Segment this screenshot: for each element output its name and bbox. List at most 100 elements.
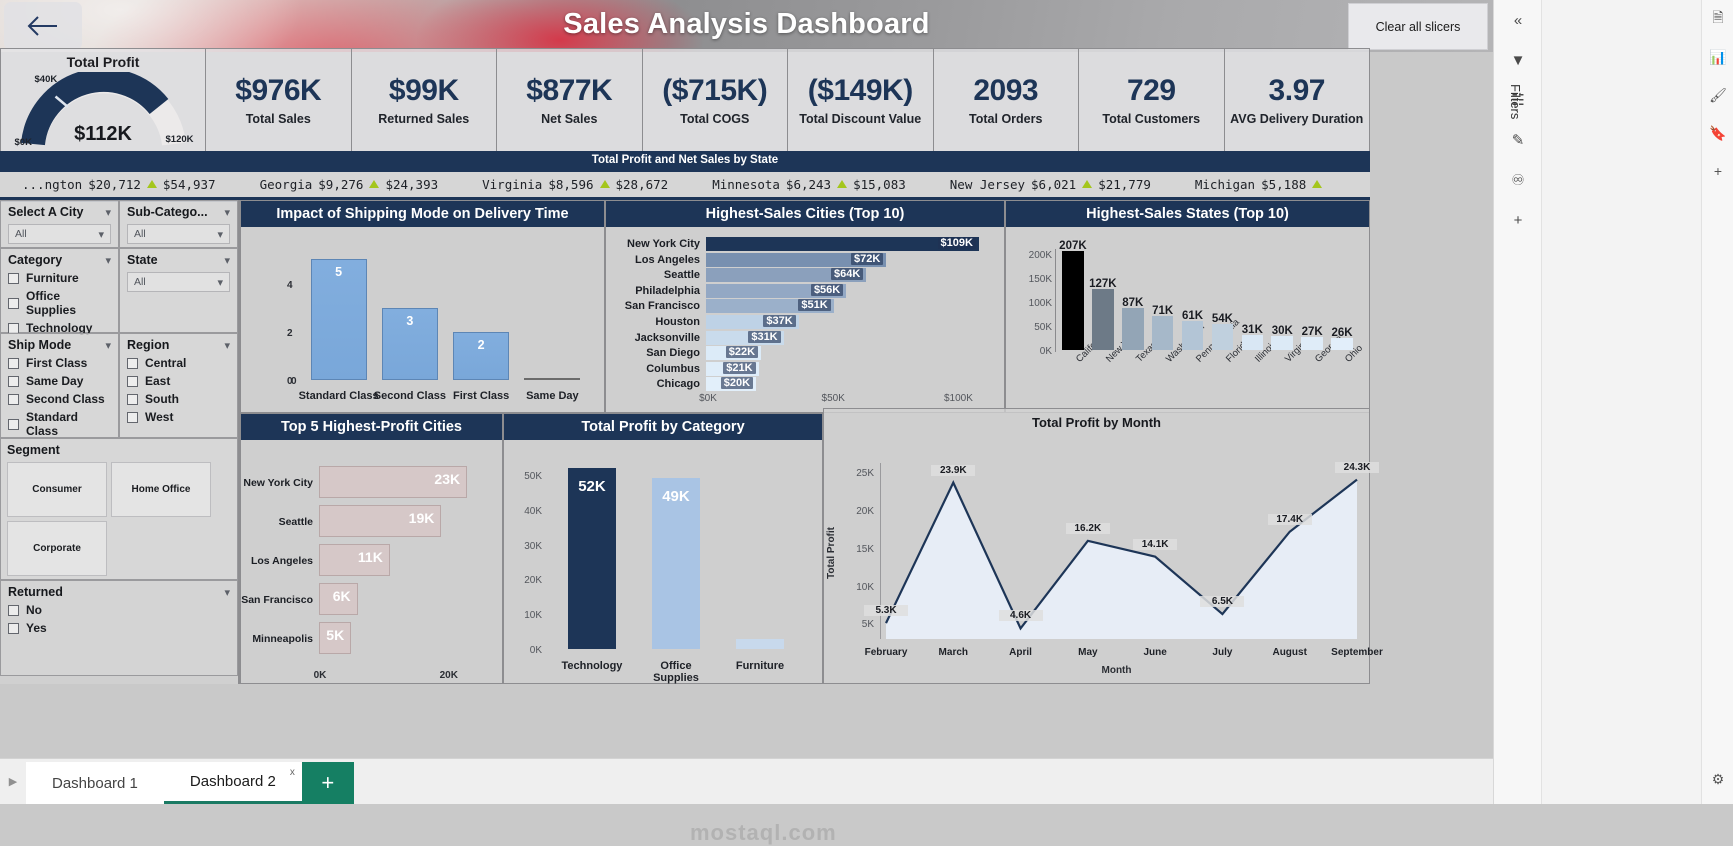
bar-los-angeles[interactable]: $72K	[706, 252, 887, 267]
bar-value-label: 127K	[1089, 278, 1117, 291]
filter-icon[interactable]: ▼	[1494, 40, 1542, 80]
slicer-region[interactable]: Region ▾ Central East South West	[119, 333, 238, 438]
add-page-button[interactable]: +	[301, 762, 354, 804]
checkbox-returned-no[interactable]: No	[8, 603, 230, 617]
checkbox-same-day[interactable]: Same Day	[8, 374, 111, 388]
copy-icon[interactable]: 🗎	[1702, 0, 1733, 38]
bar-columbus[interactable]: $21K	[706, 361, 759, 376]
chart-shipping-mode-delivery-time[interactable]: Impact of Shipping Mode on Delivery Time…	[240, 200, 605, 413]
checkbox-west[interactable]: West	[127, 410, 230, 424]
bar-houston[interactable]: $37K	[706, 315, 799, 329]
bar-philadelphia[interactable]: $56K	[706, 283, 847, 298]
bar-ohio[interactable]	[1331, 337, 1353, 350]
chevron-down-icon[interactable]: ▾	[105, 254, 111, 267]
checkbox-furniture[interactable]: Furniture	[8, 271, 111, 285]
bar-pennsylvania[interactable]	[1181, 320, 1204, 350]
slicer-ship-mode[interactable]: Ship Mode ▾ First Class Same Day Second …	[0, 333, 119, 438]
chart-highest-sales-states[interactable]: Highest-Sales States (Top 10) 0K 50K 100K 1…	[1005, 200, 1370, 413]
segment-button-consumer[interactable]: Consumer	[7, 462, 107, 517]
watermark: mostaql.com	[690, 820, 837, 845]
checkbox-standard-class[interactable]: Standard Class	[8, 410, 111, 438]
checkbox-central[interactable]: Central	[127, 356, 230, 370]
chevron-down-icon[interactable]: ▾	[224, 339, 230, 352]
bar-seattle[interactable]: 19K	[319, 505, 442, 537]
state-profit-ticker[interactable]: ...ngton $20,712 $54,937 Georgia $9,276 $24,3…	[0, 169, 1370, 202]
plus-icon[interactable]: +	[1702, 152, 1733, 190]
kpi-card-returned-sales[interactable]: $99K Returned Sales	[351, 48, 497, 153]
segment-button-home-office[interactable]: Home Office	[111, 462, 211, 517]
bar-chicago[interactable]: $20K	[706, 377, 757, 392]
bar-san-francisco[interactable]: 6K	[319, 583, 358, 615]
sub-category-dropdown[interactable]: All ▾	[127, 224, 230, 244]
chart-top-5-highest-profit-cities[interactable]: Top 5 Highest-Profit Cities New York Cit…	[240, 413, 503, 684]
slicer-row-3: Ship Mode ▾ First Class Same Day Second …	[0, 333, 238, 438]
bar-furniture[interactable]	[735, 638, 785, 649]
chart-highest-sales-cities[interactable]: Highest-Sales Cities (Top 10) New York C…	[605, 200, 1005, 413]
segment-button-corporate[interactable]: Corporate	[7, 521, 107, 576]
bar-georgia[interactable]	[1301, 337, 1323, 350]
checkbox-south[interactable]: South	[127, 392, 230, 406]
checkbox-first-class[interactable]: First Class	[8, 356, 111, 370]
bar-same-day[interactable]	[524, 378, 581, 380]
bar-washington[interactable]	[1151, 316, 1174, 350]
kpi-card-total-sales[interactable]: $976K Total Sales	[206, 48, 352, 153]
chevron-down-icon[interactable]: ▾	[105, 206, 111, 219]
tab-dashboard-1[interactable]: Dashboard 1	[26, 762, 164, 804]
kpi-card-total-cogs[interactable]: ($715K) Total COGS	[642, 48, 788, 153]
bar-illinois[interactable]	[1241, 335, 1264, 350]
bar-texas[interactable]	[1121, 308, 1144, 350]
bar-value-label: $51K	[798, 299, 831, 312]
bookmark-icon[interactable]: ♾	[1494, 160, 1542, 200]
slicer-returned[interactable]: Returned ▾ No Yes	[0, 580, 238, 676]
checkbox-office-supplies[interactable]: Office Supplies	[8, 289, 111, 317]
chart-icon[interactable]: 📊	[1702, 38, 1733, 76]
slicer-state[interactable]: State ▾ All ▾	[119, 248, 238, 333]
slicer-segment[interactable]: Segment Consumer Home Office Corporate	[0, 438, 238, 580]
bar-minneapolis[interactable]: 5K	[319, 622, 352, 654]
kpi-card-total-orders[interactable]: 2093 Total Orders	[933, 48, 1079, 153]
tab-dashboard-2[interactable]: Dashboard 2 x	[163, 762, 302, 804]
bar-technology[interactable]	[567, 467, 617, 649]
chevron-down-icon[interactable]: ▾	[224, 206, 230, 219]
tab-scroll-right-icon[interactable]: ▶	[0, 758, 26, 804]
bar-jacksonville[interactable]: $31K	[706, 330, 784, 345]
total-profit-gauge[interactable]: Total Profit $40K $0K $120K $112K	[0, 48, 206, 153]
chevron-down-icon[interactable]: ▾	[105, 339, 111, 352]
city-dropdown[interactable]: All ▾	[8, 224, 111, 244]
checkbox-second-class[interactable]: Second Class	[8, 392, 111, 406]
bar-los-angeles[interactable]: 11K	[319, 544, 390, 576]
bar-san-diego[interactable]: $22K	[706, 346, 762, 361]
bar-san-francisco[interactable]: $51K	[706, 299, 834, 314]
chevron-double-left-icon[interactable]: «	[1494, 0, 1542, 40]
checkbox-east[interactable]: East	[127, 374, 230, 388]
bar-new-york-city[interactable]: 23K	[319, 466, 468, 498]
chart-total-profit-by-category[interactable]: Total Profit by Category 0K 10K 20K 30K 40K 5…	[503, 413, 823, 684]
bar-new-york[interactable]	[1092, 289, 1114, 350]
trend-up-icon	[1312, 180, 1323, 188]
checkbox-returned-yes[interactable]: Yes	[8, 621, 230, 635]
paint-icon[interactable]: 🖌	[1702, 76, 1733, 114]
kpi-card-avg-delivery-duration[interactable]: 3.97 AVG Delivery Duration	[1224, 48, 1370, 153]
slicer-select-a-city[interactable]: Select A City ▾ All ▾	[0, 200, 119, 248]
close-icon[interactable]: x	[290, 767, 295, 778]
chart-total-profit-by-month[interactable]: Total Profit by Month 5K 10K 15K 20K 25K 5.3K…	[823, 408, 1383, 684]
chevron-down-icon[interactable]: ▾	[224, 254, 230, 267]
chevron-down-icon[interactable]: ▾	[224, 586, 230, 599]
bar-virginia[interactable]	[1271, 335, 1293, 350]
bar-florida[interactable]	[1211, 324, 1234, 350]
state-dropdown[interactable]: All ▾	[127, 272, 230, 292]
slicer-category[interactable]: Category ▾ Furniture Office Supplies Tec…	[0, 248, 119, 335]
back-arrow-icon[interactable]	[4, 2, 82, 50]
bar-seattle[interactable]: $64K	[706, 268, 867, 283]
kpi-card-total-customers[interactable]: 729 Total Customers	[1079, 48, 1225, 153]
slicer-sub-category[interactable]: Sub-Catego... ▾ All ▾	[119, 200, 238, 248]
add-icon[interactable]: +	[1494, 200, 1542, 240]
bar-california[interactable]	[1062, 250, 1084, 350]
kpi-card-total-discount-value[interactable]: ($149K) Total Discount Value	[788, 48, 934, 153]
bar-new-york-city[interactable]: $109K	[706, 237, 979, 251]
bookmark-icon[interactable]: 🔖	[1702, 114, 1733, 152]
settings-icon[interactable]: ⚙	[1702, 760, 1733, 798]
format-icon[interactable]: ✎	[1494, 120, 1542, 160]
kpi-card-net-sales[interactable]: $877K Net Sales	[497, 48, 643, 153]
clear-all-slicers-button[interactable]: Clear all slicers	[1348, 3, 1488, 50]
